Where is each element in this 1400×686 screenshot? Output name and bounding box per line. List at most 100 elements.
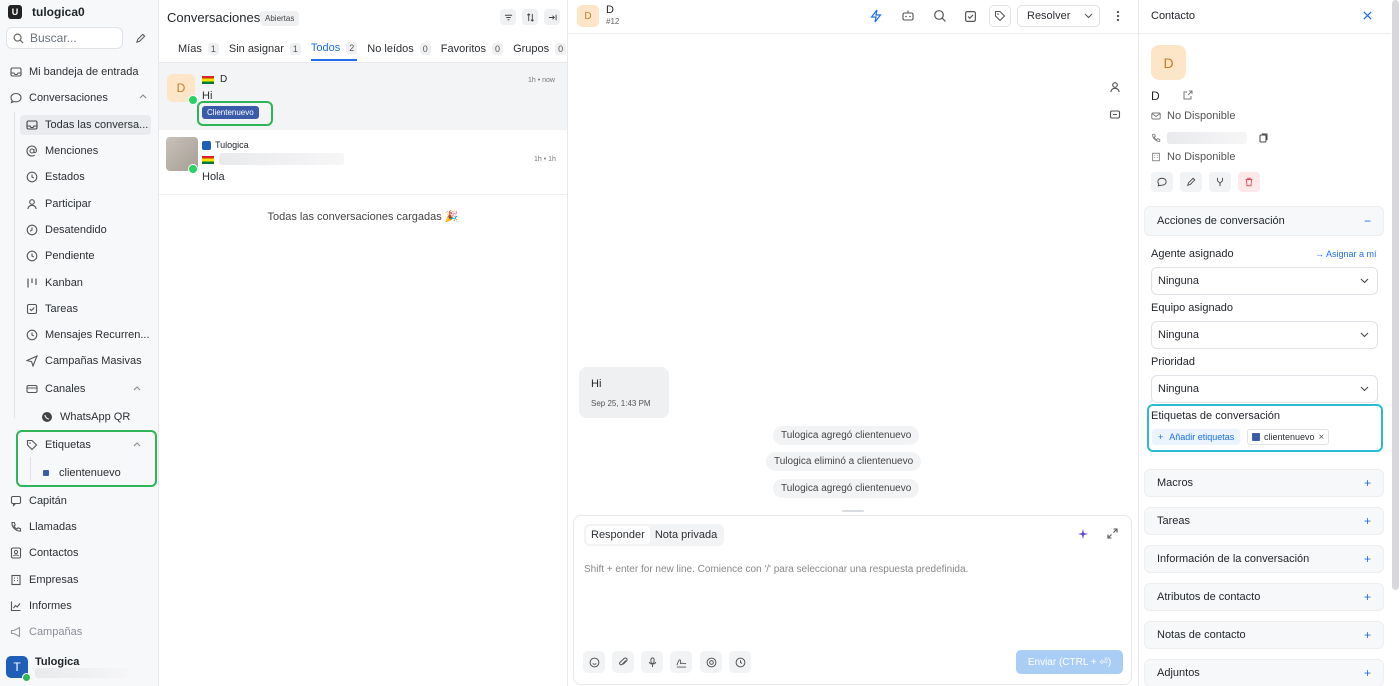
new-message-button[interactable] xyxy=(1151,172,1173,192)
contact-email[interactable]: No Disponible xyxy=(1167,110,1235,122)
sidebar-item-unattended[interactable]: Desatendido xyxy=(26,220,107,240)
brand[interactable]: U tulogica0 xyxy=(8,5,85,19)
tab-unassigned[interactable]: Sin asignar 1 xyxy=(229,42,301,61)
emoji-button[interactable] xyxy=(583,651,605,673)
contact-panel-scrollbar[interactable] xyxy=(1392,0,1399,590)
sidebar-item-label: Kanban xyxy=(45,277,83,289)
chevron-up-icon[interactable] xyxy=(139,93,147,99)
select-value: Ninguna xyxy=(1158,383,1199,395)
sidebar-item-kanban[interactable]: Kanban xyxy=(26,273,83,293)
at-sign-icon xyxy=(26,145,38,157)
section-conversation-actions[interactable]: Acciones de conversación − xyxy=(1144,206,1384,236)
sidebar-item-pending[interactable]: Pendiente xyxy=(26,246,95,266)
sidebar-item-whatsapp-qr[interactable]: WhatsApp QR xyxy=(41,407,130,427)
lightning-icon[interactable] xyxy=(867,7,885,25)
sidebar-item-captain[interactable]: Capitán xyxy=(10,491,67,511)
tab-all[interactable]: Todos 2 xyxy=(310,42,358,61)
sidebar-item-inbox[interactable]: Mi bandeja de entrada xyxy=(10,62,138,82)
tab-favorites[interactable]: Favoritos 0 xyxy=(441,42,504,61)
external-link-icon[interactable] xyxy=(1183,90,1193,100)
search-input[interactable] xyxy=(30,31,116,45)
sort-button[interactable] xyxy=(522,9,538,25)
sidebar-item-states[interactable]: Estados xyxy=(26,167,85,187)
tab-count: 1 xyxy=(289,43,301,55)
sidebar-item-labels[interactable]: Etiquetas xyxy=(26,435,91,455)
chat-contact-name[interactable]: D xyxy=(606,4,614,16)
assigned-team-select[interactable]: Ninguna xyxy=(1151,321,1378,349)
tab-reply[interactable]: Responder xyxy=(586,526,650,544)
sidebar-item-all-conversations[interactable]: Todas las conversa... xyxy=(20,115,151,135)
sidebar-item-reports[interactable]: Informes xyxy=(10,596,72,616)
delete-contact-button[interactable] xyxy=(1238,172,1260,192)
more-vertical-icon[interactable] xyxy=(1109,7,1127,25)
audio-button[interactable] xyxy=(641,651,663,673)
conversation-item[interactable]: D D 1h • now Hi Clientenuevo xyxy=(159,63,567,130)
section-macros[interactable]: Macros + xyxy=(1144,469,1384,497)
sidebar-item-calls[interactable]: Llamadas xyxy=(10,517,77,537)
attach-button[interactable] xyxy=(612,651,634,673)
remove-label-icon[interactable]: × xyxy=(1319,432,1325,443)
assign-to-me-link[interactable]: → Asignar a mí xyxy=(1315,249,1377,259)
sidebar-item-participate[interactable]: Participar xyxy=(26,194,91,214)
copy-icon[interactable] xyxy=(1258,133,1268,143)
tag-icon[interactable] xyxy=(989,5,1011,27)
edit-contact-button[interactable] xyxy=(1180,172,1202,192)
header-divider xyxy=(1139,33,1391,34)
section-contact-attributes[interactable]: Atributos de contacto + xyxy=(1144,583,1384,611)
tab-groups[interactable]: Grupos 0 xyxy=(513,42,567,61)
reply-input[interactable] xyxy=(584,564,1104,586)
section-conversation-info[interactable]: Información de la conversación + xyxy=(1144,545,1384,573)
tab-unread[interactable]: No leídos 0 xyxy=(367,42,431,61)
priority-select[interactable]: Ninguna xyxy=(1151,375,1378,403)
send-button[interactable]: Enviar (CTRL + ⏎) xyxy=(1016,650,1123,674)
composer-resize-handle[interactable] xyxy=(842,510,864,512)
sidebar-item-recurring[interactable]: Mensajes Recurren... xyxy=(26,325,150,345)
sidebar-item-channels[interactable]: Canales xyxy=(26,379,85,399)
assigned-agent-select[interactable]: Ninguna xyxy=(1151,267,1378,295)
user-icon[interactable] xyxy=(1109,81,1121,93)
collapse-button[interactable] xyxy=(544,9,560,25)
sidebar-item-companies[interactable]: Empresas xyxy=(10,570,79,590)
kanban-icon xyxy=(26,277,38,289)
merge-contact-button[interactable] xyxy=(1209,172,1231,192)
sidebar-item-mass-campaigns[interactable]: Campañas Masivas xyxy=(26,351,142,371)
status-badge[interactable]: Abiertas xyxy=(260,11,300,26)
section-tasks[interactable]: Tareas + xyxy=(1144,507,1384,535)
conversation-inbox-name: Tulogica xyxy=(215,140,249,150)
bot-icon[interactable] xyxy=(899,7,917,25)
filter-button[interactable] xyxy=(500,9,516,25)
close-icon[interactable] xyxy=(1360,8,1374,22)
sidebar-item-contacts[interactable]: Contactos xyxy=(10,543,79,563)
sidebar-item-label-clientenuevo[interactable]: clientenuevo xyxy=(43,463,121,483)
message-square-icon[interactable] xyxy=(1109,109,1121,121)
add-labels-button[interactable]: + Añadir etiquetas xyxy=(1152,429,1241,445)
sidebar-item-campaigns[interactable]: Campañas xyxy=(10,622,82,642)
section-contact-notes[interactable]: Notas de contacto + xyxy=(1144,621,1384,649)
mention-button[interactable] xyxy=(700,651,722,673)
resolve-button[interactable]: Resolver xyxy=(1017,5,1100,27)
expand-icon[interactable] xyxy=(1107,528,1118,539)
tab-mine[interactable]: Mías 1 xyxy=(178,42,219,61)
signature-button[interactable] xyxy=(670,651,692,673)
checkbox-icon[interactable] xyxy=(961,7,979,25)
emoji-icon xyxy=(589,657,600,668)
contact-phone-row xyxy=(1151,132,1268,144)
sidebar-search[interactable] xyxy=(6,27,123,49)
sidebar-item-conversations[interactable]: Conversaciones xyxy=(10,88,108,108)
chevron-up-icon[interactable] xyxy=(133,441,141,447)
sidebar-item-tasks[interactable]: Tareas xyxy=(26,299,78,319)
compose-button[interactable] xyxy=(129,28,151,48)
chevron-up-icon[interactable] xyxy=(133,385,141,391)
section-title: Acciones de conversación xyxy=(1157,215,1285,227)
tab-private-note[interactable]: Nota privada xyxy=(650,526,722,544)
incoming-message[interactable]: Hi Sep 25, 1:43 PM xyxy=(579,367,669,418)
assigned-team-label: Equipo asignado xyxy=(1151,302,1233,314)
ai-sparkle-icon[interactable] xyxy=(1077,528,1089,540)
schedule-button[interactable] xyxy=(729,651,751,673)
conversation-item[interactable]: Tulogica 1h • 1h Hola xyxy=(159,131,567,195)
sidebar-item-mentions[interactable]: Menciones xyxy=(26,141,98,161)
search-icon[interactable] xyxy=(931,7,949,25)
chat-header: D D #12 Resolver xyxy=(568,0,1138,34)
section-attachments[interactable]: Adjuntos + xyxy=(1144,659,1384,686)
chat-contact-avatar[interactable]: D xyxy=(577,5,599,27)
